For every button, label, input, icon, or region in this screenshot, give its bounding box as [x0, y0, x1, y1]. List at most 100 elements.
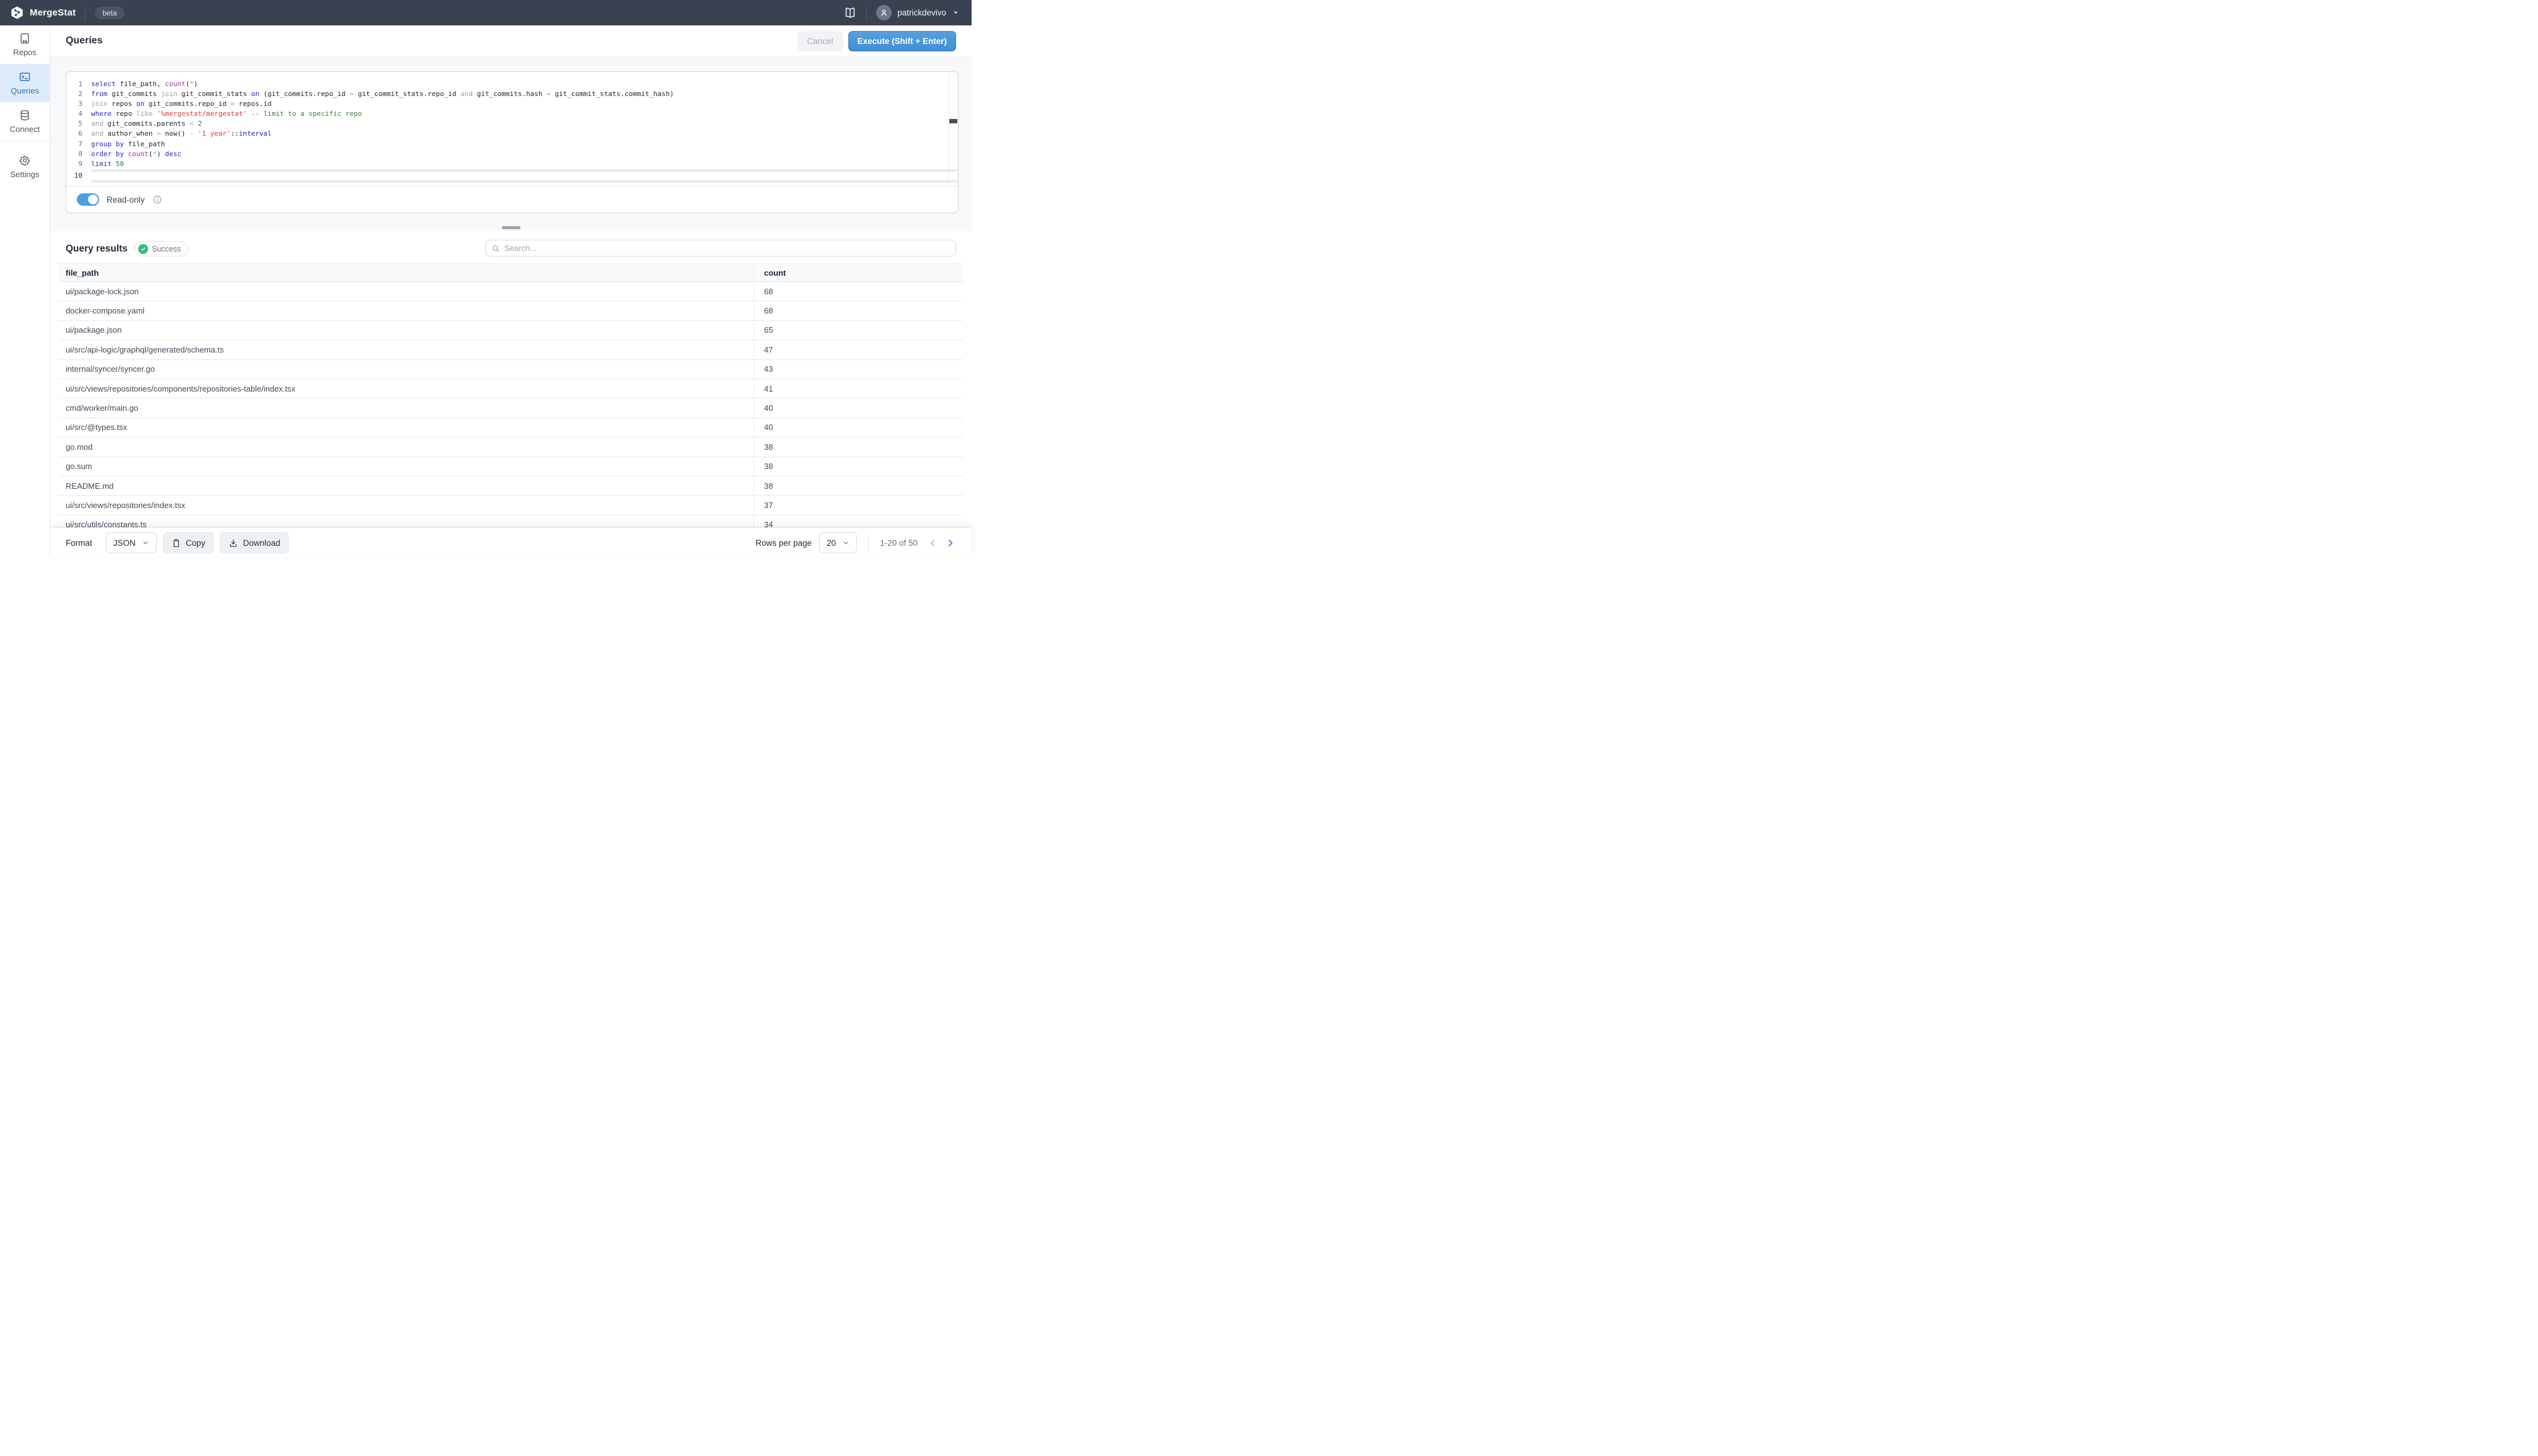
query-results-section: Query results Success: [50, 231, 972, 535]
table-row: ui/src/api-logic/graphql/generated/schem…: [59, 340, 963, 359]
table-body: ui/package-lock.json68docker-compose.yam…: [59, 282, 963, 535]
avatar[interactable]: [876, 5, 892, 20]
next-page-button[interactable]: [944, 537, 956, 549]
code-line[interactable]: 1select file_path, count(*): [66, 79, 958, 89]
code-line[interactable]: 7group by file_path: [66, 139, 958, 149]
line-number: 10: [66, 169, 91, 183]
sidebar-item-label: Repos: [13, 48, 37, 57]
editor-scrollbar-thumb[interactable]: [949, 119, 957, 123]
table-row: ui/package-lock.json68: [59, 282, 963, 301]
table-row: ui/src/views/repositories/components/rep…: [59, 379, 963, 398]
rows-per-page-select[interactable]: 20: [819, 532, 857, 553]
query-editor-section: 1select file_path, count(*)2from git_com…: [50, 57, 972, 231]
chevron-left-icon: [928, 538, 938, 548]
execute-button[interactable]: Execute (Shift + Enter): [848, 31, 956, 51]
brand-logo[interactable]: MergeStat: [10, 6, 76, 20]
format-value: JSON: [113, 538, 136, 548]
code-line[interactable]: 3join repos on git_commits.repo_id = rep…: [66, 99, 958, 109]
sql-code-editor[interactable]: 1select file_path, count(*)2from git_com…: [66, 72, 958, 186]
cell-count: 37: [753, 496, 963, 514]
page-header: Queries Cancel Execute (Shift + Enter): [50, 25, 972, 57]
line-number: 4: [66, 109, 91, 119]
table-header: file_path count: [59, 263, 963, 282]
download-button[interactable]: Download: [220, 532, 289, 553]
pagination-range: 1-20 of 50: [880, 538, 918, 548]
code-line[interactable]: 10: [66, 169, 958, 183]
cell-file-path: README.md: [59, 481, 753, 491]
code-line-content: select file_path, count(*): [91, 79, 958, 89]
code-line-content: order by count(*) desc: [91, 149, 958, 159]
cancel-button[interactable]: Cancel: [797, 31, 843, 51]
read-only-toggle[interactable]: [77, 193, 99, 206]
caret-down-icon[interactable]: [952, 9, 959, 16]
sidebar-item-connect[interactable]: Connect: [0, 102, 50, 141]
topbar: MergeStat beta patrickdevivo: [0, 0, 972, 25]
chevron-down-icon: [142, 539, 149, 546]
code-line[interactable]: 9limit 50: [66, 159, 958, 169]
panel-resize-handle[interactable]: [502, 226, 520, 229]
code-line-content: join repos on git_commits.repo_id = repo…: [91, 99, 958, 109]
cell-file-path: go.sum: [59, 462, 753, 471]
cell-file-path: ui/src/views/repositories/components/rep…: [59, 384, 753, 393]
beta-badge: beta: [95, 7, 124, 19]
cell-count: 43: [753, 360, 963, 379]
repo-icon: [19, 32, 31, 45]
info-icon[interactable]: [152, 195, 162, 204]
copy-button[interactable]: Copy: [163, 532, 214, 553]
line-number: 9: [66, 159, 91, 169]
table-row: docker-compose.yaml68: [59, 301, 963, 320]
chevron-right-icon: [945, 538, 955, 548]
cell-file-path: go.mod: [59, 442, 753, 452]
line-number: 1: [66, 79, 91, 89]
footer-divider: [868, 533, 869, 552]
chevron-down-icon: [842, 539, 850, 546]
code-line[interactable]: 4where repo like '%mergestat/mergestat' …: [66, 109, 958, 119]
cell-count: 65: [753, 321, 963, 340]
results-table: file_path count ui/package-lock.json68do…: [59, 263, 963, 535]
cell-count: 38: [753, 476, 963, 495]
username[interactable]: patrickdevivo: [897, 8, 946, 17]
sidebar-item-queries[interactable]: Queries: [0, 64, 50, 102]
line-number: 3: [66, 99, 91, 109]
previous-page-button[interactable]: [926, 537, 939, 549]
brand-name: MergeStat: [30, 7, 76, 18]
sidebar-item-repos[interactable]: Repos: [0, 25, 50, 64]
table-row: go.mod38: [59, 437, 963, 457]
cell-file-path: ui/src/views/repositories/index.tsx: [59, 501, 753, 510]
table-row: ui/src/@types.tsx40: [59, 418, 963, 437]
cell-file-path: ui/package.json: [59, 325, 753, 335]
results-footer-bar: Format JSON Copy Download: [50, 528, 972, 558]
sidebar-item-settings[interactable]: Settings: [0, 147, 50, 186]
cell-file-path: internal/syncer/syncer.go: [59, 364, 753, 374]
line-number: 8: [66, 149, 91, 159]
sidebar-item-label: Connect: [10, 125, 40, 134]
terminal-icon: [19, 71, 31, 83]
cell-file-path: cmd/worker/main.go: [59, 403, 753, 413]
download-icon: [229, 538, 238, 548]
sidebar: Repos Queries Connect Settings: [0, 25, 50, 558]
code-line[interactable]: 2from git_commits join git_commit_stats …: [66, 89, 958, 99]
cell-count: 68: [753, 282, 963, 300]
line-number: 2: [66, 89, 91, 99]
code-line-content: limit 50: [91, 159, 958, 169]
topbar-divider: [866, 6, 867, 20]
format-select[interactable]: JSON: [106, 532, 157, 553]
docs-book-icon[interactable]: [843, 6, 857, 20]
code-line[interactable]: 5and git_commits.parents < 2: [66, 119, 958, 129]
code-line-content: and git_commits.parents < 2: [91, 119, 958, 129]
search-input[interactable]: [504, 243, 950, 253]
code-line[interactable]: 6and author_when > now() - '1 year'::int…: [66, 129, 958, 139]
code-line[interactable]: 8order by count(*) desc: [66, 149, 958, 159]
line-number: 7: [66, 139, 91, 149]
column-header-file-path[interactable]: file_path: [59, 268, 753, 278]
code-lines: 1select file_path, count(*)2from git_com…: [66, 79, 958, 183]
topbar-divider: [85, 6, 86, 20]
table-row: go.sum38: [59, 457, 963, 476]
column-header-count[interactable]: count: [753, 264, 963, 281]
page-title: Queries: [66, 35, 103, 46]
search-icon: [491, 244, 500, 253]
download-label: Download: [243, 538, 280, 548]
main-content: Queries Cancel Execute (Shift + Enter) 1…: [50, 25, 972, 558]
code-line-content: and author_when > now() - '1 year'::inte…: [91, 129, 958, 139]
editor-footer: Read-only: [66, 186, 958, 213]
